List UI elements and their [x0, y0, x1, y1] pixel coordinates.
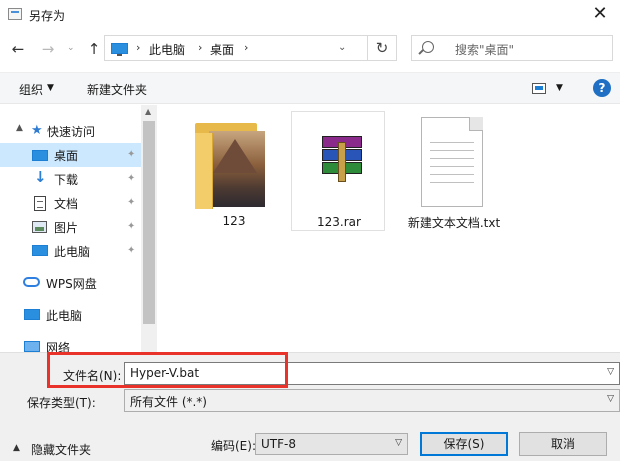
pin-icon: ✦ [127, 173, 136, 184]
sidebar-scroll-thumb[interactable] [143, 121, 155, 324]
sidebar-item-documents[interactable]: 文档 ✦ [0, 191, 141, 215]
cloud-icon [23, 277, 40, 287]
folder-front [195, 133, 213, 209]
sidebar-item-label: WPS网盘 [46, 277, 97, 291]
star-icon: ★ [31, 123, 43, 138]
sidebar-item-quick-access[interactable]: ▲ ★ 快速访问 [0, 119, 141, 143]
sidebar-item-label: 文档 [54, 197, 79, 211]
computer-icon [111, 43, 128, 56]
sidebar-item-this-pc-quick[interactable]: 此电脑 ✦ [0, 239, 141, 263]
recent-locations-dropdown[interactable]: ⌄ [67, 43, 75, 53]
sidebar-item-wps-drive[interactable]: WPS网盘 [0, 271, 141, 295]
sidebar-item-label: 此电脑 [46, 309, 83, 323]
text-file-fold [469, 117, 483, 131]
picture-icon [32, 221, 47, 233]
window-icon [8, 8, 22, 20]
cancel-button[interactable]: 取消 [519, 432, 607, 456]
save-button[interactable]: 保存(S) [420, 432, 508, 456]
help-icon[interactable]: ? [593, 79, 611, 97]
organize-menu[interactable]: 组织 [19, 81, 43, 98]
breadcrumb-separator[interactable]: › [198, 41, 202, 54]
pin-icon: ✦ [127, 149, 136, 160]
file-list: 123 123.rar 新建文本文档.txt [157, 105, 620, 352]
network-icon [24, 341, 40, 352]
rar-icon-strap [338, 142, 346, 182]
filetype-label: 保存类型(T): [27, 396, 96, 410]
view-options-icon[interactable] [532, 83, 546, 94]
view-dropdown-icon[interactable]: ▼ [556, 83, 563, 93]
address-dropdown[interactable]: ⌄ [338, 42, 346, 53]
sidebar-item-label: 图片 [54, 221, 79, 235]
sidebar-item-network[interactable]: 网络 [0, 335, 141, 352]
address-bar[interactable]: › 此电脑 › 桌面 › ⌄ [104, 35, 368, 61]
file-name: 123.rar [317, 215, 361, 229]
sidebar-item-label: 桌面 [54, 149, 79, 163]
sidebar-item-label: 此电脑 [54, 245, 91, 259]
sidebar-item-desktop[interactable]: 桌面 ✦ [0, 143, 141, 167]
back-button[interactable]: ← [9, 40, 27, 58]
computer-icon [24, 309, 40, 320]
pin-icon: ✦ [127, 221, 136, 232]
search-input[interactable]: 搜索"桌面" [411, 35, 613, 61]
close-button[interactable]: ✕ [580, 0, 620, 30]
filetype-select[interactable]: 所有文件 (*.*) ▽ [124, 389, 620, 412]
breadcrumb-separator[interactable]: › [244, 41, 248, 54]
breadcrumb-this-pc[interactable]: 此电脑 [149, 41, 185, 58]
encoding-value: UTF-8 [261, 437, 296, 451]
sidebar-item-label: 下载 [54, 173, 79, 187]
filetype-value: 所有文件 (*.*) [130, 395, 207, 409]
new-folder-button[interactable]: 新建文件夹 [87, 81, 147, 98]
up-button[interactable]: ↑ [85, 40, 103, 58]
navigation-pane: ▲ ★ 快速访问 桌面 ✦ ↓ 下载 ✦ 文档 ✦ 图片 ✦ 此电脑 ✦ WPS… [0, 105, 157, 352]
sidebar-item-downloads[interactable]: ↓ 下载 ✦ [0, 167, 141, 191]
scroll-up-icon[interactable]: ▲ [145, 107, 151, 116]
chevron-down-icon[interactable]: ▽ [395, 438, 402, 448]
file-item-text[interactable]: 新建文本文档.txt [407, 111, 501, 231]
refresh-button[interactable]: ↻ [367, 35, 397, 61]
collapse-icon[interactable]: ▲ [13, 443, 20, 453]
folder-preview-mountain [213, 139, 257, 173]
chevron-down-icon[interactable]: ▽ [607, 367, 614, 377]
highlight-annotation [47, 352, 288, 388]
organize-dropdown-icon[interactable]: ▼ [47, 83, 54, 93]
sidebar-item-label: 快速访问 [47, 125, 96, 139]
breadcrumb-separator[interactable]: › [136, 41, 140, 54]
desktop-icon [32, 150, 48, 161]
chevron-down-icon[interactable]: ▽ [607, 394, 614, 404]
encoding-select[interactable]: UTF-8 ▽ [255, 433, 408, 455]
pin-icon: ✦ [127, 197, 136, 208]
sidebar-item-this-pc[interactable]: 此电脑 [0, 303, 141, 327]
sidebar-item-pictures[interactable]: 图片 ✦ [0, 215, 141, 239]
encoding-label: 编码(E): [211, 439, 256, 453]
search-placeholder: 搜索"桌面" [455, 43, 515, 57]
search-icon [422, 41, 434, 53]
file-item-rar[interactable]: 123.rar [291, 111, 385, 231]
download-icon: ↓ [34, 168, 47, 186]
sidebar-item-label: 网络 [46, 341, 71, 352]
pin-icon: ✦ [127, 245, 136, 256]
hide-folders-button[interactable]: 隐藏文件夹 [31, 441, 91, 458]
title-bar: 另存为 ✕ [0, 0, 620, 30]
file-name: 新建文本文档.txt [407, 216, 501, 230]
document-icon [34, 196, 46, 211]
file-item-folder[interactable]: 123 [187, 111, 281, 231]
breadcrumb-desktop[interactable]: 桌面 [210, 41, 234, 58]
computer-icon [32, 245, 48, 256]
collapse-icon[interactable]: ▲ [16, 123, 23, 133]
forward-button[interactable]: → [39, 40, 57, 58]
toolbar: 组织 ▼ 新建文件夹 ▼ ? [0, 72, 620, 104]
window-title: 另存为 [29, 9, 66, 23]
